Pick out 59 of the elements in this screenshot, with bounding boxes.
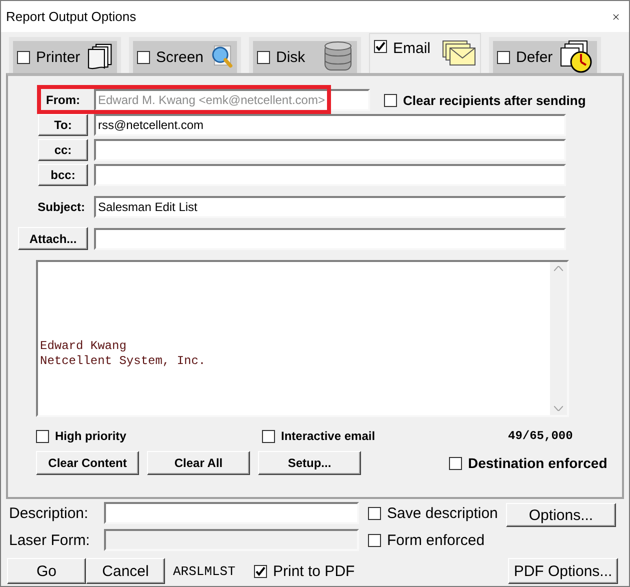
recipient-button[interactable]: bcc: xyxy=(38,164,88,186)
checkbox-label: Interactive email xyxy=(281,429,376,443)
tab-label: Email xyxy=(393,40,432,57)
clock-icon xyxy=(559,40,593,74)
pdf-options-button[interactable]: PDF Options... xyxy=(508,558,618,584)
checkbox[interactable] xyxy=(368,534,381,546)
character-count: 49/65,000 xyxy=(508,429,573,443)
checkbox-label: Destination enforced xyxy=(468,455,608,471)
tab-label: Printer xyxy=(36,48,80,66)
tab[interactable]: Email xyxy=(369,33,481,73)
checkbox[interactable] xyxy=(254,564,267,578)
from-label: From: xyxy=(45,93,81,107)
tab[interactable]: Defer xyxy=(489,37,601,73)
tab[interactable]: Disk xyxy=(249,37,361,73)
checkbox[interactable] xyxy=(262,430,275,442)
tab-label: Defer xyxy=(516,48,553,66)
recipient-button[interactable]: cc: xyxy=(38,139,88,161)
checkbox[interactable] xyxy=(368,506,381,520)
action-button[interactable]: Clear Content xyxy=(36,451,139,475)
tab[interactable]: Printer xyxy=(9,37,121,73)
dialog-button[interactable]: Cancel xyxy=(86,558,165,584)
tab[interactable]: Screen xyxy=(129,37,241,73)
action-button[interactable]: Clear All xyxy=(147,451,250,475)
checkbox-label: Clear recipients after sending xyxy=(403,92,586,108)
subject-label: Subject: xyxy=(38,200,86,214)
signature-line: Netcellent System, Inc. xyxy=(40,354,207,369)
checkbox[interactable] xyxy=(384,94,397,106)
checkbox[interactable] xyxy=(497,50,510,64)
window-title: Report Output Options xyxy=(6,9,136,24)
message-body-field[interactable]: Edward Kwang Netcellent System, Inc. xyxy=(36,260,569,417)
attach-button[interactable]: Attach... xyxy=(18,227,88,250)
recipient-field[interactable]: rss@netcellent.com xyxy=(94,114,566,136)
signature-line: Edward Kwang xyxy=(40,339,128,354)
database-icon xyxy=(323,41,353,73)
tab-label: Screen xyxy=(156,48,204,66)
options-button[interactable]: Options... xyxy=(506,503,616,527)
checkbox[interactable] xyxy=(36,430,49,442)
report-id: ARSLMLST xyxy=(173,564,236,578)
tab-label: Disk xyxy=(276,48,306,66)
action-button[interactable]: Setup... xyxy=(258,451,361,475)
recipient-field[interactable] xyxy=(94,164,566,186)
description-label: Description: xyxy=(9,504,90,522)
subject-field[interactable]: Salesman Edit List xyxy=(94,196,566,218)
checkbox[interactable] xyxy=(137,50,150,64)
recipient-field[interactable] xyxy=(94,139,566,161)
laser-form-label: Laser Form: xyxy=(9,532,91,548)
checkbox-label: High priority xyxy=(55,429,126,443)
checkbox[interactable] xyxy=(17,50,30,64)
dialog-button[interactable]: Go xyxy=(7,558,86,584)
checkbox-label: Print to PDF xyxy=(273,562,355,580)
recipient-button[interactable]: To: xyxy=(38,114,88,136)
description-field[interactable] xyxy=(104,502,359,524)
checkbox-label: Form enforced xyxy=(387,532,485,548)
attachment-field[interactable] xyxy=(94,228,566,250)
checkbox[interactable] xyxy=(374,40,387,53)
checkbox-label: Save description xyxy=(387,504,498,522)
checkbox[interactable] xyxy=(449,456,462,470)
checkbox[interactable] xyxy=(257,50,270,64)
envelopes-icon xyxy=(442,40,476,66)
